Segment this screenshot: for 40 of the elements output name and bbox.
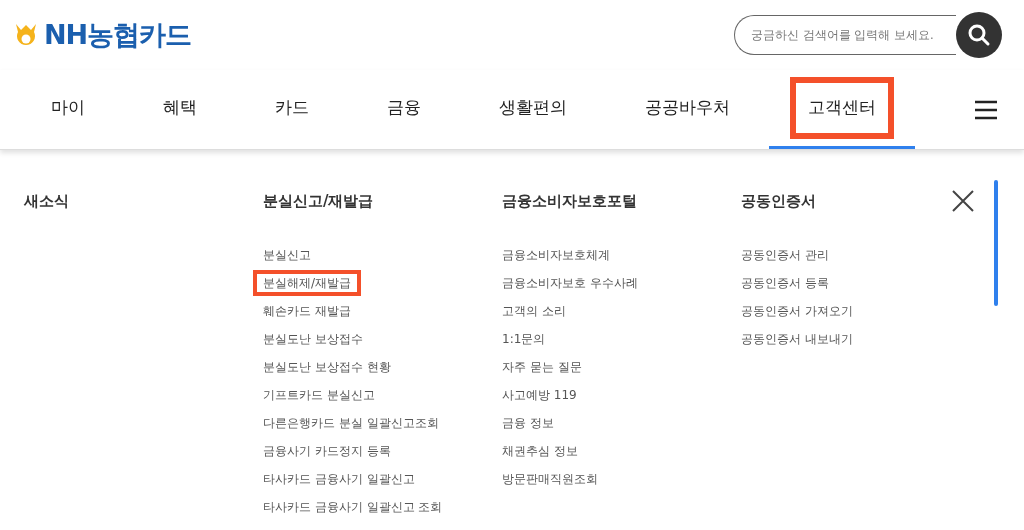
menu-link[interactable]: 공동인증서 내보내기 (731, 325, 863, 352)
nav-tab[interactable]: 카드 (236, 70, 348, 149)
menu-link[interactable]: 1:1문의 (492, 325, 556, 352)
menu-link[interactable]: 방문판매직원조회 (492, 465, 608, 492)
menu-link[interactable]: 공동인증서 관리 (731, 241, 839, 268)
nav-tab[interactable]: 마이 (12, 70, 124, 149)
menu-link[interactable]: 공동인증서 가져오기 (731, 297, 863, 324)
menu-link[interactable]: 훼손카드 재발급 (253, 297, 361, 324)
column-title: 공동인증서 (741, 191, 816, 212)
column-title: 금융소비자보호포털 (502, 191, 637, 212)
search-icon (967, 23, 991, 47)
menu-link[interactable]: 자주 묻는 질문 (492, 353, 592, 380)
menu-link[interactable]: 금융소비자보호 우수사례 (492, 269, 648, 296)
menu-link[interactable]: 고객의 소리 (492, 297, 576, 324)
menu-link[interactable]: 타사카드 금융사기 일괄신고 (253, 465, 425, 492)
menu-link[interactable]: 금융소비자보호체계 (492, 241, 620, 268)
menu-link[interactable]: 기프트카드 분실신고 (253, 381, 385, 408)
menu-link[interactable]: 공동인증서 등록 (731, 269, 839, 296)
menu-link[interactable]: 분실도난 보상접수 (253, 325, 373, 352)
nav-tab[interactable]: 생활편의 (460, 70, 606, 149)
menu-link[interactable]: 채권추심 정보 (492, 437, 588, 464)
menu-icon[interactable] (974, 99, 998, 120)
logo-text[interactable]: NH농협카드 (44, 14, 192, 56)
search-field[interactable]: 궁금하신 검색어를 입력해 보세요. (734, 15, 956, 55)
nav-tab[interactable]: 공공바우처 (606, 70, 769, 149)
menu-link[interactable]: 타사카드 금융사기 일괄신고 조회 (253, 493, 453, 520)
column-title: 분실신고/재발급 (263, 191, 374, 212)
search-button[interactable] (956, 12, 1002, 58)
nav-tab[interactable]: 금융 (348, 70, 460, 149)
menu-link[interactable]: 분실해제/재발급 (253, 269, 362, 296)
menu-link[interactable]: 금융 정보 (492, 409, 564, 436)
scrollbar[interactable] (994, 180, 998, 306)
menu-link[interactable]: 사고예방 119 (492, 381, 587, 408)
close-icon[interactable] (952, 190, 974, 212)
menu-link[interactable]: 다른은행카드 분실 일괄신고조회 (253, 409, 449, 436)
menu-link[interactable]: 금융사기 카드정지 등록 (253, 437, 401, 464)
column-title: 새소식 (24, 191, 69, 212)
menu-link[interactable]: 분실도난 보상접수 현황 (253, 353, 401, 380)
nav-tab[interactable]: 혜택 (124, 70, 236, 149)
menu-link[interactable]: 분실신고 (253, 241, 321, 268)
